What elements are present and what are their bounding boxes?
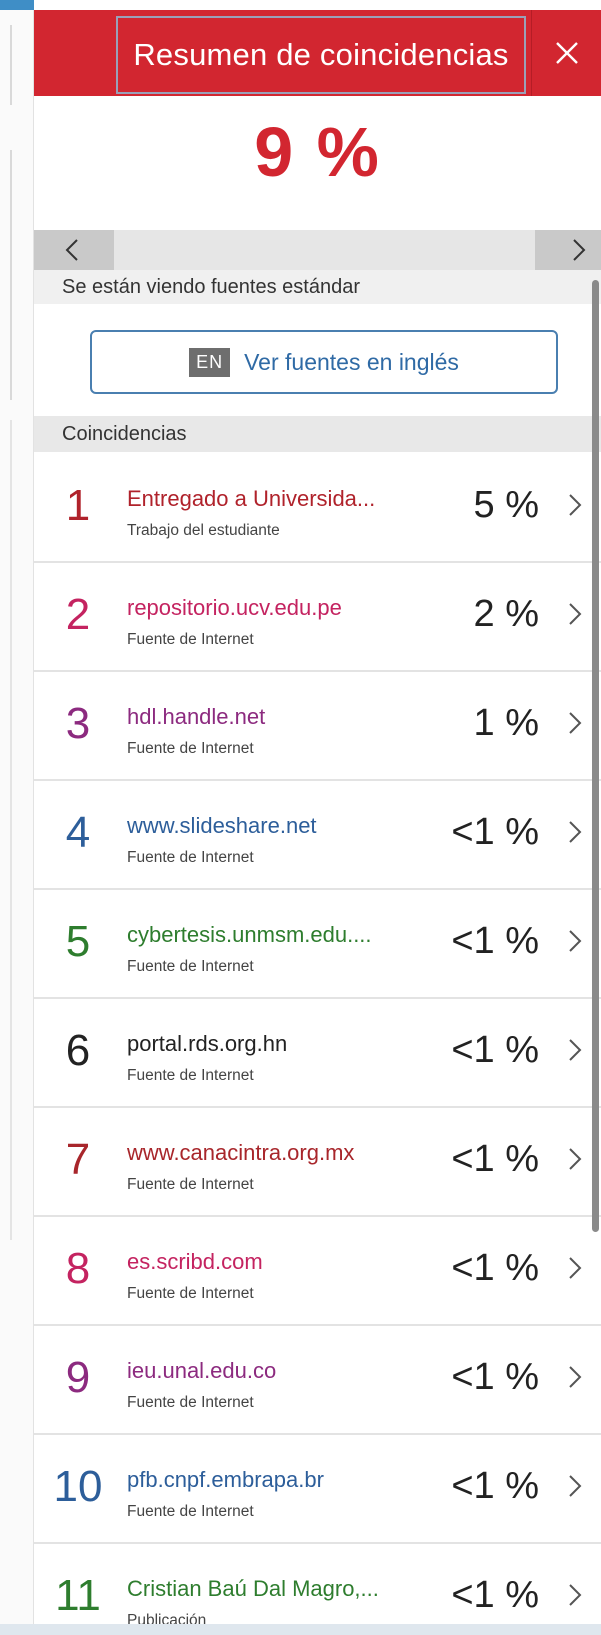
match-number: 2 [65,590,91,639]
match-source-name[interactable]: hdl.handle.net [127,704,265,730]
match-percent: 1 % [473,702,539,744]
match-number: 9 [65,1353,91,1402]
panel-title-box: Resumen de coincidencias [116,16,526,94]
match-source-type: Fuente de Internet [127,1503,254,1520]
close-icon [555,42,578,64]
match-source-name[interactable]: Entregado a Universida... [127,486,375,512]
match-item[interactable]: 2 repositorio.ucv.edu.pe Fuente de Interne… [34,563,601,672]
chevron-right-icon [573,239,586,261]
match-source-name[interactable]: portal.rds.org.hn [127,1031,287,1057]
bottom-edge [0,1624,601,1635]
close-button[interactable] [531,10,601,96]
chevron-right-icon[interactable] [567,1037,583,1063]
previous-button[interactable] [34,230,114,270]
match-source-type: Fuente de Internet [127,1394,254,1411]
match-item[interactable]: 5 cybertesis.unmsm.edu.... Fuente de Inter… [34,890,601,999]
match-source-type: Fuente de Internet [127,740,254,757]
match-source-type: Fuente de Internet [127,849,254,866]
chevron-right-icon[interactable] [567,1146,583,1172]
document-rule [10,150,12,400]
chevron-right-icon[interactable] [567,928,583,954]
chevron-right-icon[interactable] [567,1473,583,1499]
scrollbar-thumb[interactable] [592,280,599,1232]
match-source-type: Fuente de Internet [127,1176,254,1193]
match-number: 11 [55,1571,101,1620]
similarity-score: 9 % [254,113,381,191]
background-document-edge [0,0,34,1635]
match-number: 1 [65,481,91,530]
match-item[interactable]: 11 Cristian Baú Dal Magro,... Publicación <… [34,1544,601,1635]
view-english-sources-label: Ver fuentes en inglés [244,348,459,375]
match-source-name[interactable]: es.scribd.com [127,1249,263,1275]
match-item[interactable]: 4 www.slideshare.net Fuente de Internet <1 … [34,781,601,890]
panel-title: Resumen de coincidencias [133,37,509,72]
match-source-type: Fuente de Internet [127,1285,254,1302]
match-source-name[interactable]: ieu.unal.edu.co [127,1358,276,1384]
match-item[interactable]: 3 hdl.handle.net Fuente de Internet 1 % [34,672,601,781]
match-item[interactable]: 9 ieu.unal.edu.co Fuente de Internet <1 % [34,1326,601,1435]
match-source-name[interactable]: repositorio.ucv.edu.pe [127,595,342,621]
match-number: 4 [65,808,91,857]
match-number: 10 [53,1462,103,1511]
match-overview-panel: Resumen de coincidencias 9 % Se están vi… [34,0,601,1635]
chevron-right-icon[interactable] [567,1255,583,1281]
match-number: 6 [65,1026,91,1075]
next-button[interactable] [535,230,601,270]
match-source-name[interactable]: Cristian Baú Dal Magro,... [127,1576,379,1602]
match-number: 3 [65,699,91,748]
matches-section-header: Coincidencias [34,416,601,452]
match-percent: <1 % [451,1247,539,1289]
match-number: 8 [65,1244,91,1293]
match-percent: <1 % [451,1029,539,1071]
match-source-type: Fuente de Internet [127,958,254,975]
language-tag: EN [189,347,231,377]
match-item[interactable]: 10 pfb.cnpf.embrapa.br Fuente de Internet <… [34,1435,601,1544]
match-source-name[interactable]: www.canacintra.org.mx [127,1140,354,1166]
chevron-left-icon [65,239,78,261]
chevron-right-icon[interactable] [567,819,583,845]
document-accent-bar [0,0,34,10]
match-list: 1 Entregado a Universida... Trabajo del es… [34,454,601,1635]
source-navigation-bar [34,230,601,270]
panel-header: Resumen de coincidencias [34,10,601,96]
match-percent: 5 % [473,484,539,526]
match-source-name[interactable]: pfb.cnpf.embrapa.br [127,1467,324,1493]
match-item[interactable]: 8 es.scribd.com Fuente de Internet <1 % [34,1217,601,1326]
view-english-sources-button[interactable]: EN Ver fuentes en inglés [90,330,558,394]
match-item[interactable]: 7 www.canacintra.org.mx Fuente de Internet… [34,1108,601,1217]
match-item[interactable]: 6 portal.rds.org.hn Fuente de Internet <1 % [34,999,601,1108]
match-percent: <1 % [451,1356,539,1398]
match-source-name[interactable]: cybertesis.unmsm.edu.... [127,922,372,948]
chevron-right-icon[interactable] [567,1364,583,1390]
chevron-right-icon[interactable] [567,601,583,627]
chevron-right-icon[interactable] [567,710,583,736]
match-percent: 2 % [473,593,539,635]
match-item[interactable]: 1 Entregado a Universida... Trabajo del es… [34,454,601,563]
match-percent: <1 % [451,920,539,962]
match-percent: <1 % [451,1465,539,1507]
match-source-type: Fuente de Internet [127,631,254,648]
match-percent: <1 % [451,811,539,853]
chevron-right-icon[interactable] [567,492,583,518]
match-percent: <1 % [451,1574,539,1616]
chevron-right-icon[interactable] [567,1582,583,1608]
match-source-type: Fuente de Internet [127,1067,254,1084]
match-number: 7 [65,1135,91,1184]
match-source-type: Trabajo del estudiante [127,522,280,539]
match-source-name[interactable]: www.slideshare.net [127,813,317,839]
document-rule [10,420,12,1240]
document-rule [10,25,12,105]
match-number: 5 [65,917,91,966]
source-view-status: Se están viendo fuentes estándar [34,270,601,304]
match-percent: <1 % [451,1138,539,1180]
